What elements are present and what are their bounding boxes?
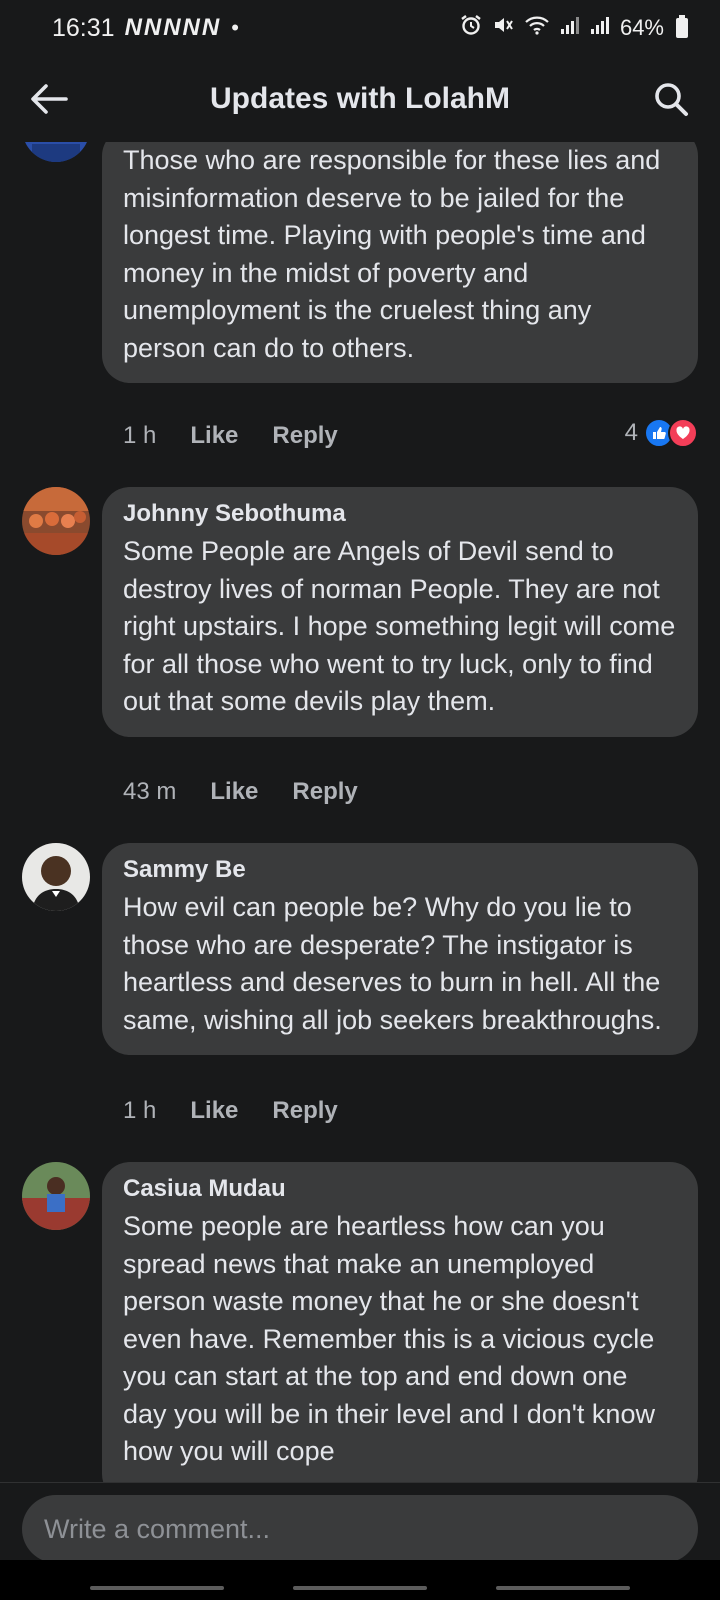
- status-time: 16:31: [52, 13, 115, 42]
- comment-bubble[interactable]: Johnny Sebothuma Some People are Angels …: [102, 487, 698, 737]
- comment-composer: [0, 1482, 720, 1563]
- love-icon: [668, 418, 698, 448]
- comment-bubble[interactable]: Casiua Mudau Some people are heartless h…: [102, 1162, 698, 1482]
- notification-icons: NNNNN: [124, 14, 222, 41]
- wifi-icon: [524, 14, 550, 42]
- battery-percent: 64%: [619, 15, 664, 40]
- search-icon[interactable]: [650, 78, 692, 120]
- like-button[interactable]: Like: [190, 1097, 238, 1125]
- reply-button[interactable]: Reply: [292, 778, 357, 806]
- comment-bubble[interactable]: Sammy Be How evil can people be? Why do …: [102, 843, 698, 1055]
- comment-time[interactable]: 1 h: [123, 1097, 156, 1125]
- more-notifications-dot: •: [231, 15, 239, 40]
- avatar[interactable]: [22, 142, 90, 162]
- avatar[interactable]: [22, 843, 90, 911]
- status-right: 64%: [460, 14, 688, 42]
- comment-time[interactable]: 1 h: [123, 422, 156, 450]
- comment-text: Those who are responsible for these lies…: [123, 145, 661, 363]
- status-left: 16:31 NNNNN •: [52, 14, 239, 43]
- home-button[interactable]: [293, 1586, 427, 1590]
- comment-input[interactable]: [22, 1495, 698, 1563]
- status-bar: 16:31 NNNNN • 64%: [0, 0, 720, 56]
- like-button[interactable]: Like: [190, 422, 238, 450]
- reply-button[interactable]: Reply: [272, 1097, 337, 1125]
- mute-icon: [492, 14, 514, 42]
- comment-actions: 1 h Like Reply: [123, 1097, 338, 1125]
- like-button[interactable]: Like: [210, 778, 258, 806]
- reply-button[interactable]: Reply: [272, 422, 337, 450]
- page-title: Updates with LolahM: [210, 82, 510, 115]
- comment-actions: 1 h Like Reply: [123, 422, 338, 450]
- battery-icon: [676, 15, 688, 38]
- comments-feed[interactable]: Those who are responsible for these lies…: [0, 142, 720, 1482]
- alarm-icon: [460, 14, 482, 42]
- back-button[interactable]: [496, 1586, 630, 1590]
- app-bar: Updates with LolahM: [0, 56, 720, 142]
- comment-text: Some people are heartless how can you sp…: [123, 1211, 655, 1466]
- comment-author[interactable]: Casiua Mudau: [123, 1174, 678, 1204]
- reaction-summary[interactable]: 4: [625, 418, 698, 448]
- avatar[interactable]: [22, 1162, 90, 1230]
- signal-icon: [560, 14, 580, 42]
- comment-actions: 43 m Like Reply: [123, 778, 358, 806]
- comment-author[interactable]: Johnny Sebothuma: [123, 499, 678, 529]
- signal-icon: [590, 14, 610, 42]
- comment-text: How evil can people be? Why do you lie t…: [123, 892, 662, 1035]
- avatar[interactable]: [22, 487, 90, 555]
- system-nav-bar: [0, 1560, 720, 1600]
- recents-button[interactable]: [90, 1586, 224, 1590]
- comment-bubble[interactable]: Those who are responsible for these lies…: [102, 142, 698, 383]
- back-arrow-icon[interactable]: [28, 78, 70, 120]
- comment-text: Some People are Angels of Devil send to …: [123, 536, 676, 716]
- comment-time[interactable]: 43 m: [123, 778, 176, 806]
- reaction-count: 4: [624, 419, 638, 446]
- comment-author[interactable]: Sammy Be: [123, 855, 678, 885]
